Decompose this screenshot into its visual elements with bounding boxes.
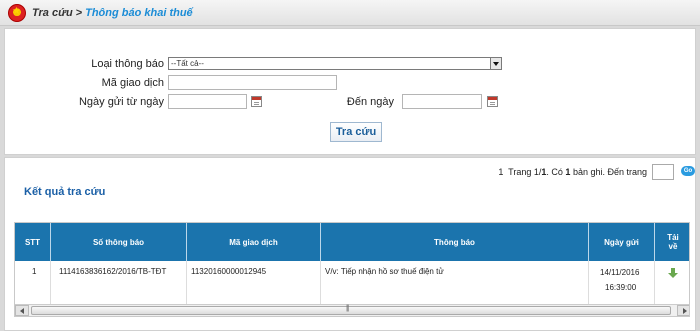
calendar-icon[interactable] (487, 96, 498, 107)
column-header-stt: STT (15, 223, 51, 261)
breadcrumb-root[interactable]: Tra cứu (32, 7, 73, 19)
goto-page-input[interactable] (652, 164, 674, 180)
column-header-notice-no: Số thông báo (51, 223, 187, 261)
go-button[interactable]: Go (681, 166, 695, 176)
cell-sent-date: 14/11/2016 (600, 268, 640, 277)
from-date-input[interactable] (168, 94, 247, 109)
cell-notice-no: 1114163836162/2016/TB-TĐT (59, 267, 167, 276)
column-header-transaction-code: Mã giao dịch (187, 223, 321, 261)
column-header-sent-date: Ngày gửi (589, 223, 655, 261)
column-header-notice: Thông báo (321, 223, 589, 261)
cell-notice: V/v: Tiếp nhận hồ sơ thuế điện tử (325, 267, 444, 276)
calendar-icon[interactable] (251, 96, 262, 107)
to-date-input[interactable] (402, 94, 482, 109)
pager-page-label: Trang 1/ (508, 167, 542, 177)
scroll-left-icon[interactable] (15, 305, 29, 316)
cell-sent-time: 16:39:00 (605, 283, 637, 292)
cell-stt: 1 (32, 267, 37, 276)
notice-type-value: --Tất cả-- (171, 59, 204, 68)
pager-records-prefix: . Có (546, 167, 563, 177)
column-header-download: Tải về (667, 233, 679, 251)
pager-info: 1 Trang 1/1. Có 1 bản ghi. Đến trang (498, 167, 647, 177)
results-panel: 1 Trang 1/1. Có 1 bản ghi. Đến trang Go … (4, 157, 696, 331)
scroll-right-icon[interactable] (677, 305, 689, 316)
results-title: Kết quả tra cứu (24, 186, 106, 198)
transaction-code-label: Mã giao dịch (101, 77, 164, 89)
notice-type-select[interactable]: --Tất cả-- (168, 57, 502, 70)
from-date-label: Ngày gửi từ ngày (78, 96, 164, 108)
results-table: STT Số thông báo Mã giao dịch Thông báo … (14, 222, 690, 317)
breadcrumb-current[interactable]: Thông báo khai thuế (85, 7, 193, 19)
breadcrumb-bar: Tra cứu>Thông báo khai thuế (0, 0, 700, 26)
transaction-code-input[interactable] (168, 75, 337, 90)
pager-current-page: 1 (498, 167, 504, 177)
chevron-down-icon[interactable] (490, 58, 501, 69)
horizontal-scrollbar[interactable] (15, 304, 689, 316)
breadcrumb-separator: > (75, 7, 83, 19)
download-icon[interactable] (668, 268, 678, 279)
scrollbar-thumb[interactable] (31, 305, 671, 315)
pager-records-count: 1 (565, 167, 571, 177)
table-row: 1 1114163836162/2016/TB-TĐT 113201600000… (15, 261, 689, 305)
breadcrumb: Tra cứu > Thông báo khai thuế (32, 7, 193, 19)
national-emblem-icon (8, 4, 26, 22)
cell-transaction-code: 11320160000012945 (191, 267, 267, 276)
table-header: STT Số thông báo Mã giao dịch Thông báo … (15, 223, 689, 261)
search-form-panel: Loại thông báo --Tất cả-- Mã giao dịch N… (4, 28, 696, 155)
search-button[interactable]: Tra cứu (330, 122, 382, 142)
to-date-label: Đến ngày (346, 96, 394, 108)
notice-type-label: Loại thông báo (91, 58, 164, 70)
pager-records-suffix: bản ghi. Đến trang (572, 167, 647, 177)
